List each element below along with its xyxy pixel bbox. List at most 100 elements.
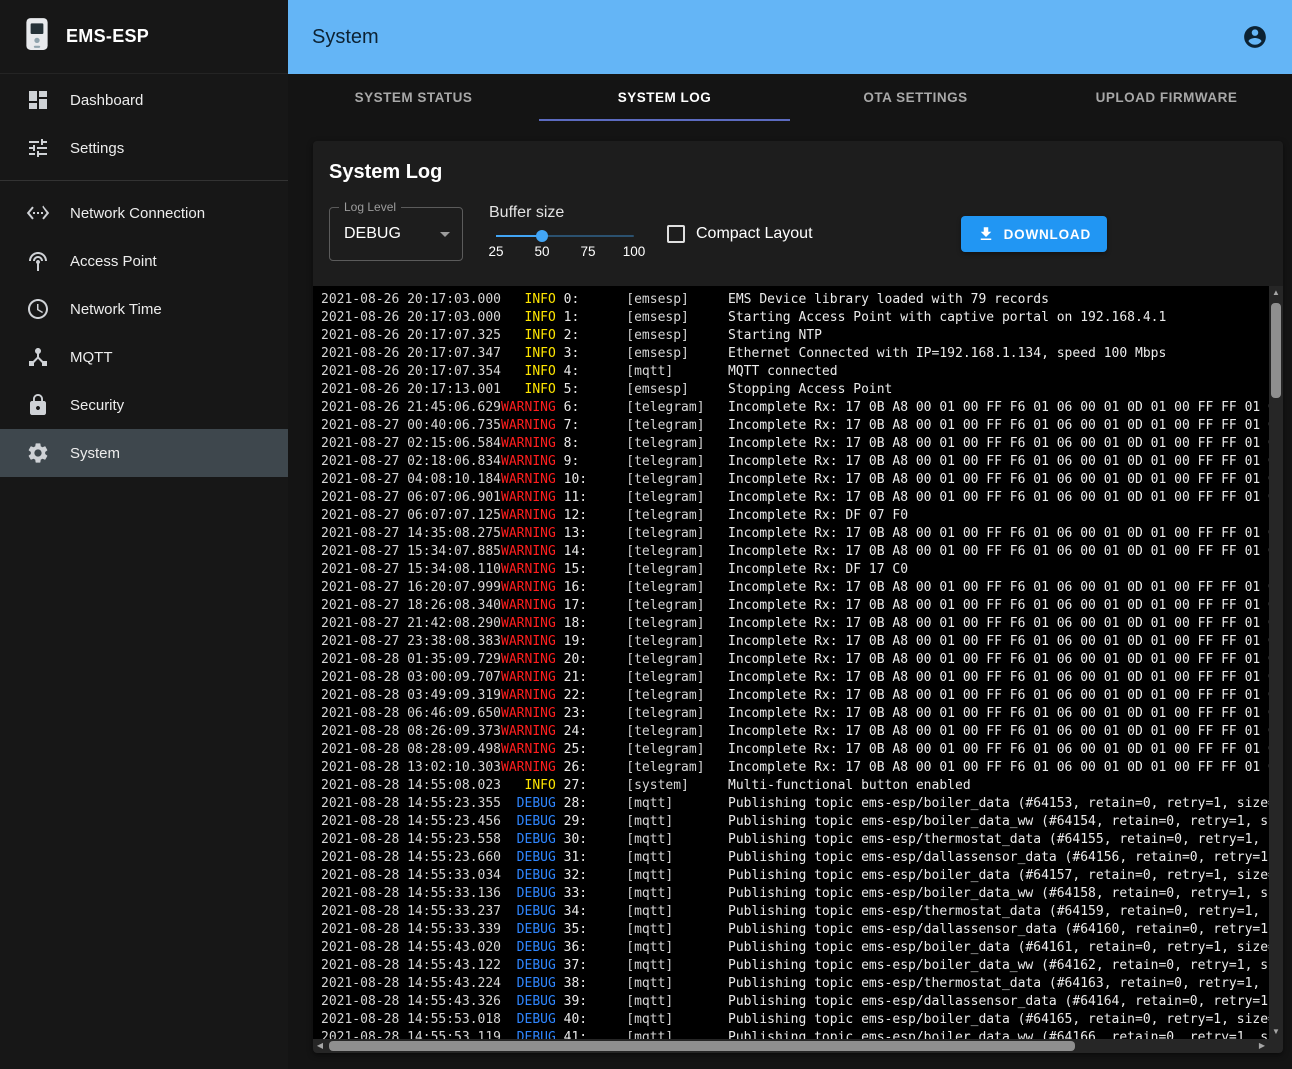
log-line: 2021-08-27 16:20:07.999WARNING 16: [tele… <box>321 579 1261 597</box>
chevron-down-icon <box>440 232 450 237</box>
compact-layout-label: Compact Layout <box>696 225 813 243</box>
log-line: 2021-08-28 14:55:23.660 DEBUG 31: [mqtt]… <box>321 849 1261 867</box>
page-title: System <box>312 26 379 49</box>
download-button[interactable]: DOWNLOAD <box>961 216 1107 252</box>
slider-thumb[interactable] <box>536 230 548 242</box>
scroll-down-arrow[interactable]: ▼ <box>1269 1025 1283 1039</box>
wifi-tethering-icon <box>26 249 50 273</box>
log-line: 2021-08-28 08:28:09.498WARNING 25: [tele… <box>321 741 1261 759</box>
sidebar-item-dashboard[interactable]: Dashboard <box>0 76 288 124</box>
vertical-scrollbar[interactable]: ▲ ▼ <box>1269 286 1283 1039</box>
scroll-up-arrow[interactable]: ▲ <box>1269 286 1283 300</box>
tab-system-log[interactable]: SYSTEM LOG <box>539 74 790 121</box>
log-line: 2021-08-26 20:17:03.000 INFO 0: [emsesp]… <box>321 291 1261 309</box>
app-window: EMS-ESP Dashboard Settings Network Connect… <box>0 0 1292 1069</box>
device-hub-icon <box>26 345 50 369</box>
log-line: 2021-08-27 02:18:06.834WARNING 9: [teleg… <box>321 453 1261 471</box>
header: System <box>288 0 1292 74</box>
scroll-right-arrow[interactable]: ▶ <box>1255 1039 1269 1053</box>
log-output: 2021-08-26 20:17:03.000 INFO 0: [emsesp]… <box>313 286 1283 1047</box>
system-log-card: System Log Log Level DEBUG Buffer size <box>313 141 1283 1053</box>
log-line: 2021-08-27 15:34:08.110WARNING 15: [tele… <box>321 561 1261 579</box>
log-console: 2021-08-26 20:17:03.000 INFO 0: [emsesp]… <box>313 286 1283 1053</box>
log-line: 2021-08-27 23:38:08.383WARNING 19: [tele… <box>321 633 1261 651</box>
checkbox-box[interactable] <box>667 225 685 243</box>
sidebar-item-label: Network Connection <box>70 205 205 222</box>
slider-mark-label: 50 <box>534 244 549 259</box>
buffer-size-group: Buffer size 255075100 <box>489 204 641 264</box>
slider-mark-label: 25 <box>488 244 503 259</box>
sidebar-item-network-connection[interactable]: Network Connection <box>0 189 288 237</box>
app-title: EMS-ESP <box>66 26 149 47</box>
sidebar-divider <box>0 180 288 181</box>
sidebar-item-label: System <box>70 445 120 462</box>
dashboard-icon <box>26 88 50 112</box>
log-line: 2021-08-26 20:17:07.347 INFO 3: [emsesp]… <box>321 345 1261 363</box>
tab-system-status[interactable]: SYSTEM STATUS <box>288 74 539 121</box>
log-line: 2021-08-27 14:35:08.275WARNING 13: [tele… <box>321 525 1261 543</box>
horizontal-scrollbar-thumb[interactable] <box>329 1041 1075 1051</box>
sidebar-item-label: Network Time <box>70 301 162 318</box>
log-line: 2021-08-26 20:17:07.354 INFO 4: [mqtt] M… <box>321 363 1261 381</box>
sidebar-item-system[interactable]: System <box>0 429 288 477</box>
sidebar-nav: Dashboard Settings Network Connection Acces… <box>0 74 288 479</box>
tab-upload-firmware[interactable]: UPLOAD FIRMWARE <box>1041 74 1292 121</box>
app-logo: EMS-ESP <box>0 0 288 74</box>
log-line: 2021-08-28 14:55:43.326 DEBUG 39: [mqtt]… <box>321 993 1261 1011</box>
scroll-left-arrow[interactable]: ◀ <box>313 1039 327 1053</box>
log-line: 2021-08-26 21:45:06.629WARNING 6: [teleg… <box>321 399 1261 417</box>
log-line: 2021-08-28 01:35:09.729WARNING 20: [tele… <box>321 651 1261 669</box>
log-line: 2021-08-26 20:17:13.001 INFO 5: [emsesp]… <box>321 381 1261 399</box>
sidebar-item-label: Access Point <box>70 253 157 270</box>
log-controls: Log Level DEBUG Buffer size 255075100 <box>313 196 1283 286</box>
log-line: 2021-08-28 14:55:08.023 INFO 27: [system… <box>321 777 1261 795</box>
log-line: 2021-08-28 14:55:43.224 DEBUG 38: [mqtt]… <box>321 975 1261 993</box>
device-logo-icon <box>24 17 50 56</box>
tab-ota-settings[interactable]: OTA SETTINGS <box>790 74 1041 121</box>
log-line: 2021-08-26 20:17:07.325 INFO 2: [emsesp]… <box>321 327 1261 345</box>
log-line: 2021-08-28 14:55:33.034 DEBUG 32: [mqtt]… <box>321 867 1261 885</box>
log-line: 2021-08-28 14:55:33.237 DEBUG 34: [mqtt]… <box>321 903 1261 921</box>
sidebar-item-access-point[interactable]: Access Point <box>0 237 288 285</box>
sidebar-item-settings[interactable]: Settings <box>0 124 288 172</box>
log-line: 2021-08-28 14:55:23.456 DEBUG 29: [mqtt]… <box>321 813 1261 831</box>
sidebar-item-label: Settings <box>70 140 124 157</box>
log-line: 2021-08-26 20:17:03.000 INFO 1: [emsesp]… <box>321 309 1261 327</box>
clock-icon <box>26 297 50 321</box>
settings-ethernet-icon <box>26 201 50 225</box>
sidebar-item-security[interactable]: Security <box>0 381 288 429</box>
slider-mark-label: 100 <box>623 244 646 259</box>
log-line: 2021-08-27 06:07:06.901WARNING 11: [tele… <box>321 489 1261 507</box>
log-line: 2021-08-27 04:08:10.184WARNING 10: [tele… <box>321 471 1261 489</box>
sidebar-item-mqtt[interactable]: MQTT <box>0 333 288 381</box>
account-icon[interactable] <box>1242 24 1268 50</box>
log-line: 2021-08-28 14:55:53.018 DEBUG 40: [mqtt]… <box>321 1011 1261 1029</box>
log-line: 2021-08-28 03:00:09.707WARNING 21: [tele… <box>321 669 1261 687</box>
horizontal-scrollbar[interactable]: ◀ ▶ <box>313 1039 1269 1053</box>
gear-icon <box>26 441 50 465</box>
log-line: 2021-08-27 18:26:08.340WARNING 17: [tele… <box>321 597 1261 615</box>
tab-bar: SYSTEM STATUSSYSTEM LOGOTA SETTINGSUPLOA… <box>288 74 1292 121</box>
active-tab-indicator <box>539 119 790 121</box>
log-line: 2021-08-27 02:15:06.584WARNING 8: [teleg… <box>321 435 1261 453</box>
card-title: System Log <box>313 141 1283 196</box>
log-line: 2021-08-27 00:40:06.735WARNING 7: [teleg… <box>321 417 1261 435</box>
log-level-label: Log Level <box>339 200 401 214</box>
log-level-value: DEBUG <box>330 225 440 243</box>
log-level-select[interactable]: Log Level DEBUG <box>329 207 463 261</box>
log-line: 2021-08-27 21:42:08.290WARNING 18: [tele… <box>321 615 1261 633</box>
buffer-size-slider[interactable]: 255075100 <box>496 224 634 264</box>
log-line: 2021-08-28 14:55:43.122 DEBUG 37: [mqtt]… <box>321 957 1261 975</box>
log-line: 2021-08-28 14:55:33.136 DEBUG 33: [mqtt]… <box>321 885 1261 903</box>
sidebar-item-network-time[interactable]: Network Time <box>0 285 288 333</box>
scrollbar-corner <box>1269 1039 1283 1053</box>
compact-layout-checkbox[interactable]: Compact Layout <box>667 225 813 243</box>
lock-icon <box>26 393 50 417</box>
log-line: 2021-08-28 03:49:09.319WARNING 22: [tele… <box>321 687 1261 705</box>
log-line: 2021-08-28 06:46:09.650WARNING 23: [tele… <box>321 705 1261 723</box>
sidebar-item-label: Dashboard <box>70 92 143 109</box>
log-line: 2021-08-28 14:55:23.355 DEBUG 28: [mqtt]… <box>321 795 1261 813</box>
tune-icon <box>26 136 50 160</box>
log-line: 2021-08-28 14:55:43.020 DEBUG 36: [mqtt]… <box>321 939 1261 957</box>
vertical-scrollbar-thumb[interactable] <box>1271 303 1281 398</box>
